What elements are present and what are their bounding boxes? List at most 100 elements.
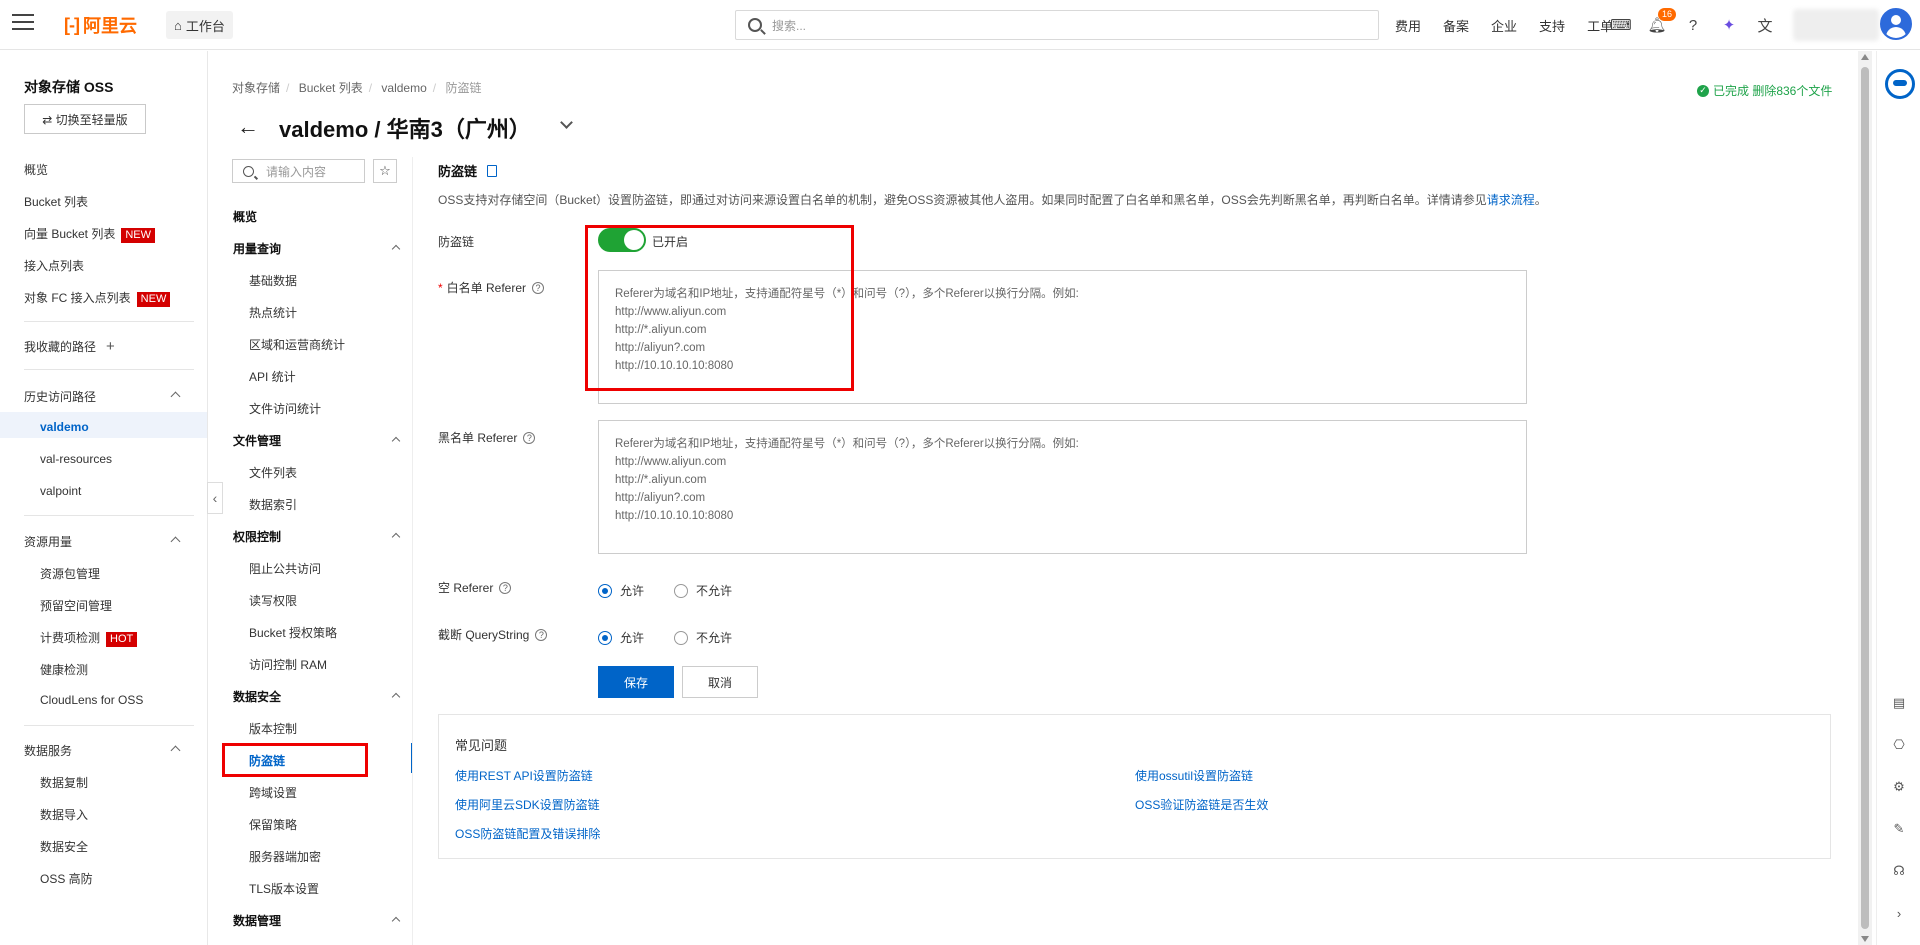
back-arrow-icon[interactable]: ← bbox=[237, 114, 259, 140]
whitelist-referer-textarea[interactable]: Referer为域名和IP地址，支持通配符星号（*）和问号（?），多个Refer… bbox=[598, 270, 1527, 404]
secnav-item-block-public[interactable]: 阻止公共访问 bbox=[249, 560, 321, 577]
sidebar-item-fc-access-points[interactable]: 对象 FC 接入点列表 NEW bbox=[24, 289, 171, 307]
secnav-group-permissions[interactable]: 权限控制 bbox=[233, 528, 281, 545]
help-icon[interactable]: ? bbox=[499, 581, 512, 594]
empty-referer-disallow-radio[interactable]: 不允许 bbox=[674, 582, 732, 599]
bell-icon[interactable]: 🔔︎ 16 bbox=[1647, 8, 1676, 34]
chevron-up-icon[interactable] bbox=[170, 391, 181, 402]
document-icon[interactable] bbox=[487, 164, 498, 177]
sidebar-item-vector-bucket[interactable]: 向量 Bucket 列表 NEW bbox=[24, 225, 156, 243]
history-item-valdemo[interactable]: valdemo bbox=[40, 420, 89, 434]
nav-enterprise[interactable]: 企业 bbox=[1491, 16, 1517, 35]
sidebar-favorites[interactable]: 我收藏的路径 + bbox=[24, 338, 115, 355]
switch-lite-button[interactable]: ⇄ 切换至轻量版 bbox=[24, 104, 146, 134]
secnav-item-versioning[interactable]: 版本控制 bbox=[249, 720, 297, 737]
secnav-item-encryption[interactable]: 服务器端加密 bbox=[249, 848, 321, 865]
chevron-up-icon[interactable] bbox=[391, 244, 401, 254]
faq-link-sdk[interactable]: 使用阿里云SDK设置防盗链 bbox=[455, 796, 600, 813]
secnav-item-cors[interactable]: 跨域设置 bbox=[249, 784, 297, 801]
ai-assistant-icon[interactable]: ✦ bbox=[1720, 16, 1738, 34]
secnav-item-hotspot[interactable]: 热点统计 bbox=[249, 304, 297, 321]
save-button[interactable]: 保存 bbox=[598, 666, 674, 698]
faq-link-troubleshoot[interactable]: OSS防盗链配置及错误排除 bbox=[455, 825, 600, 842]
nav-icp[interactable]: 备案 bbox=[1443, 16, 1469, 35]
secnav-overview[interactable]: 概览 bbox=[233, 208, 257, 225]
faq-link-ossutil[interactable]: 使用ossutil设置防盗链 bbox=[1135, 767, 1253, 784]
hotlink-toggle[interactable] bbox=[598, 228, 646, 252]
user-avatar-icon[interactable] bbox=[1880, 8, 1912, 40]
secnav-item-acl[interactable]: 读写权限 bbox=[249, 592, 297, 609]
secnav-search-input[interactable]: 请输入内容 bbox=[232, 159, 365, 183]
sidebar-item-oss-ddos[interactable]: OSS 高防 bbox=[40, 870, 93, 887]
sidebar-collapse-chevron-left-icon[interactable]: ‹ bbox=[207, 482, 223, 514]
document-list-icon[interactable]: ▤ bbox=[1891, 695, 1907, 711]
edit-icon[interactable]: ✎ bbox=[1891, 821, 1907, 837]
chevron-down-icon[interactable] bbox=[560, 116, 573, 129]
sidebar-item-data-security[interactable]: 数据安全 bbox=[40, 838, 88, 855]
secnav-group-data-security[interactable]: 数据安全 bbox=[233, 688, 281, 705]
sidebar-item-billing-check[interactable]: 计费项检测 HOT bbox=[40, 629, 138, 647]
scroll-up-icon[interactable] bbox=[1861, 54, 1869, 60]
assistant-robot-icon[interactable] bbox=[1885, 69, 1915, 99]
history-item-val-resources[interactable]: val-resources bbox=[40, 452, 112, 466]
secnav-group-data-management[interactable]: 数据管理 bbox=[233, 912, 281, 929]
star-icon[interactable]: ☆ bbox=[373, 159, 397, 183]
sidebar-item-reserved-space[interactable]: 预留空间管理 bbox=[40, 597, 112, 614]
scrollbar-thumb[interactable] bbox=[1861, 67, 1869, 929]
nav-support[interactable]: 支持 bbox=[1539, 16, 1565, 35]
help-icon[interactable]: ? bbox=[535, 628, 548, 641]
sidebar-item-access-points[interactable]: 接入点列表 bbox=[24, 257, 84, 274]
api-icon[interactable]: ⎔ bbox=[1891, 737, 1907, 753]
chevron-up-icon[interactable] bbox=[391, 436, 401, 446]
menu-icon[interactable] bbox=[12, 14, 34, 32]
sidebar-item-bucket-list[interactable]: Bucket 列表 bbox=[24, 193, 88, 210]
secnav-group-files[interactable]: 文件管理 bbox=[233, 432, 281, 449]
sidebar-item-resource-pack[interactable]: 资源包管理 bbox=[40, 565, 100, 582]
headset-icon[interactable]: ☊ bbox=[1891, 863, 1907, 879]
scroll-down-icon[interactable] bbox=[1861, 936, 1869, 942]
account-name-blurred[interactable] bbox=[1793, 9, 1879, 41]
secnav-item-bucket-policy[interactable]: Bucket 授权策略 bbox=[249, 624, 337, 641]
help-icon[interactable]: ? bbox=[523, 431, 536, 444]
sidebar-item-data-import[interactable]: 数据导入 bbox=[40, 806, 88, 823]
secnav-item-retention[interactable]: 保留策略 bbox=[249, 816, 297, 833]
truncate-disallow-radio[interactable]: 不允许 bbox=[674, 629, 732, 646]
cancel-button[interactable]: 取消 bbox=[682, 666, 758, 698]
truncate-allow-radio[interactable]: 允许 bbox=[598, 629, 644, 646]
settings-gear-icon[interactable]: ⚙ bbox=[1891, 779, 1907, 795]
plus-icon[interactable]: + bbox=[106, 338, 115, 355]
secnav-item-file-access-stats[interactable]: 文件访问统计 bbox=[249, 400, 321, 417]
secnav-group-usage[interactable]: 用量查询 bbox=[233, 240, 281, 257]
faq-link-verify[interactable]: OSS验证防盗链是否生效 bbox=[1135, 796, 1268, 813]
faq-link-rest-api[interactable]: 使用REST API设置防盗链 bbox=[455, 767, 593, 784]
chevron-up-icon[interactable] bbox=[170, 745, 181, 756]
sidebar-item-health-check[interactable]: 健康检测 bbox=[40, 661, 88, 678]
secnav-item-file-list[interactable]: 文件列表 bbox=[249, 464, 297, 481]
sidebar-data-service-header[interactable]: 数据服务 bbox=[24, 742, 72, 759]
chevron-up-icon[interactable] bbox=[391, 916, 401, 926]
task-status[interactable]: ✓ 已完成 删除836个文件 bbox=[1697, 82, 1832, 99]
help-icon[interactable]: ? bbox=[532, 281, 545, 294]
chevron-right-icon[interactable]: › bbox=[1891, 905, 1907, 921]
language-icon[interactable]: 文 bbox=[1756, 16, 1774, 35]
nav-ticket[interactable]: 工单 bbox=[1587, 16, 1613, 35]
secnav-item-ram[interactable]: 访问控制 RAM bbox=[249, 656, 327, 673]
chevron-up-icon[interactable] bbox=[170, 536, 181, 547]
chevron-up-icon[interactable] bbox=[391, 532, 401, 542]
secnav-item-api-stats[interactable]: API 统计 bbox=[249, 368, 296, 385]
aliyun-logo[interactable]: [-] 阿里云 bbox=[64, 13, 137, 37]
breadcrumb-bucket-list[interactable]: Bucket 列表 bbox=[299, 81, 363, 95]
chevron-up-icon[interactable] bbox=[391, 692, 401, 702]
history-item-valpoint[interactable]: valpoint bbox=[40, 484, 81, 498]
terminal-icon[interactable]: ⌨ bbox=[1610, 16, 1632, 34]
sidebar-item-overview[interactable]: 概览 bbox=[24, 161, 48, 178]
nav-billing[interactable]: 费用 bbox=[1395, 16, 1421, 35]
blacklist-referer-textarea[interactable]: Referer为域名和IP地址，支持通配符星号（*）和问号（?），多个Refer… bbox=[598, 420, 1527, 554]
request-flow-link[interactable]: 请求流程 bbox=[1487, 193, 1535, 207]
secnav-item-region-stats[interactable]: 区域和运营商统计 bbox=[249, 336, 345, 353]
sidebar-item-data-replication[interactable]: 数据复制 bbox=[40, 774, 88, 791]
secnav-item-basic-data[interactable]: 基础数据 bbox=[249, 272, 297, 289]
workbench-button[interactable]: ⌂ 工作台 bbox=[166, 11, 233, 39]
empty-referer-allow-radio[interactable]: 允许 bbox=[598, 582, 644, 599]
global-search-input[interactable]: 搜索... bbox=[735, 10, 1379, 40]
